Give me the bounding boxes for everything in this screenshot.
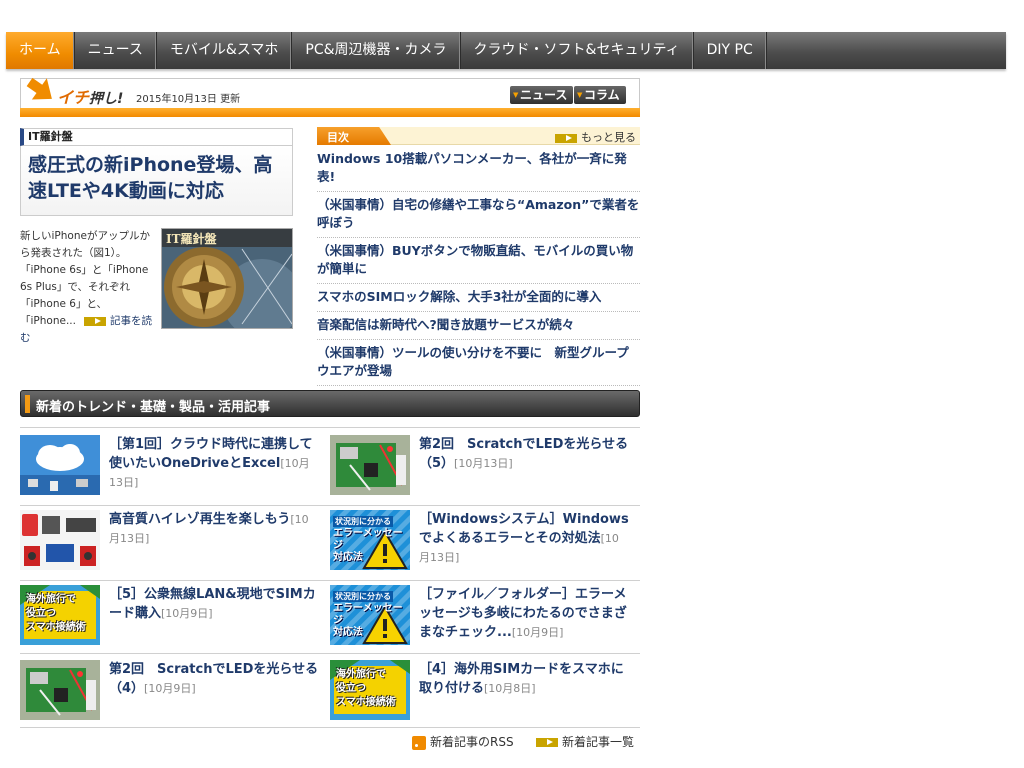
more-arrow-icon — [555, 133, 577, 143]
thumb-caption: 状況別に分かる — [333, 516, 393, 527]
feature-summary: 新しいiPhoneがアップルから発表された（図1）。「iPhone 6s」と「i… — [20, 228, 156, 347]
new-articles-title: 新着のトレンド・基礎・製品・活用記事 — [36, 400, 271, 415]
article-title-text: 高音質ハイレゾ再生を楽しもう — [109, 512, 291, 527]
toc-item[interactable]: Windows 10搭載パソコンメーカー、各社が一斉に発表! — [317, 146, 640, 192]
feature-category: IT羅針盤 — [20, 128, 293, 146]
nav-home[interactable]: ホーム — [6, 32, 75, 69]
article-title-text: 第2回 ScratchでLEDを光らせる（4） — [109, 662, 319, 696]
main-nav: ホーム ニュース モバイル&スマホ PC&周辺機器・カメラ クラウド・ソフト&セ… — [6, 32, 1006, 69]
article-item[interactable]: 第2回 ScratchでLEDを光らせる（5）[10月13日] — [330, 435, 630, 497]
ichi-oshi-bar — [20, 108, 640, 117]
nav-pc[interactable]: PC&周辺機器・カメラ — [292, 32, 461, 69]
column-button[interactable]: コラム — [574, 86, 626, 104]
ichi-logo-sub: 押し! — [89, 91, 124, 107]
toc-item[interactable]: 音楽配信は新時代へ?聞き放題サービスが続々 — [317, 312, 640, 340]
article-thumbnail[interactable] — [20, 660, 100, 720]
ichi-oshi-logo: イチ押し! — [57, 84, 123, 108]
thumb-caption: 海外旅行で 役立つ スマホ接続術 — [336, 669, 396, 708]
article-title[interactable]: 第2回 ScratchでLEDを光らせる（4）[10月9日] — [109, 660, 319, 698]
header-accent-bar — [25, 395, 30, 413]
article-item[interactable]: 海外旅行で 役立つ スマホ接続術 ［4］海外用SIMカードをスマホに取り付ける[10月… — [330, 660, 630, 722]
toc-label: 目次 — [327, 131, 349, 144]
article-date: [10月9日] — [144, 682, 196, 695]
article-item[interactable]: ［第1回］クラウド時代に連携して使いたいOneDriveとExcel[10月13… — [20, 435, 320, 497]
new-articles-header: 新着のトレンド・基礎・製品・活用記事 — [20, 390, 640, 417]
article-item[interactable]: 第2回 ScratchでLEDを光らせる（4）[10月9日] — [20, 660, 320, 722]
article-title[interactable]: 第2回 ScratchでLEDを光らせる（5）[10月13日] — [419, 435, 629, 473]
rss-label: 新着記事のRSS — [430, 735, 514, 749]
article-title[interactable]: ［ファイル／フォルダー］エラーメッセージも多岐にわたるのでさまざまなチェック..… — [419, 585, 629, 642]
toc-list: Windows 10搭載パソコンメーカー、各社が一斉に発表! （米国事情）自宅の… — [317, 146, 640, 386]
nav-mobile[interactable]: モバイル&スマホ — [157, 32, 293, 69]
nav-cloud[interactable]: クラウド・ソフト&セキュリティ — [461, 32, 694, 69]
article-item[interactable]: 状況別に分かる エラーメッセージ 対応法 ［ファイル／フォルダー］エラーメッセージも多… — [330, 585, 630, 647]
article-date: [10月8日] — [484, 682, 536, 695]
thumb-caption: エラーメッセージ 対応法 — [333, 528, 403, 563]
thumb-caption: 状況別に分かる — [333, 591, 393, 602]
article-title[interactable]: ［Windowsシステム］Windowsでよくあるエラーとその対処法[10月13… — [419, 510, 629, 567]
nav-diy-pc[interactable]: DIY PC — [694, 32, 767, 69]
article-date: [10月9日] — [161, 607, 213, 620]
nav-news[interactable]: ニュース — [75, 32, 157, 69]
divider — [20, 653, 640, 654]
article-title[interactable]: ［5］公衆無線LAN&現地でSIMカード購入[10月9日] — [109, 585, 319, 623]
ichi-logo-main: イチ — [57, 88, 90, 107]
article-item[interactable]: 高音質ハイレゾ再生を楽しもう[10月13日] — [20, 510, 320, 572]
feature-image-label: IT羅針盤 — [166, 232, 217, 246]
article-date: [10月9日] — [511, 626, 564, 639]
divider — [20, 427, 640, 428]
toc-item[interactable]: （米国事情）BUYボタンで物販直結、モバイルの買い物が簡単に — [317, 238, 640, 284]
article-thumbnail[interactable]: 状況別に分かる エラーメッセージ 対応法 — [330, 585, 410, 645]
rss-icon — [412, 735, 426, 750]
all-articles-link[interactable]: 新着記事一覧 — [536, 733, 634, 750]
feature-title-box: 感圧式の新iPhone登場、高速LTEや4K動画に対応 — [20, 146, 293, 216]
toc-item[interactable]: （米国事情）自宅の修繕や工事なら“Amazon”で業者を呼ぼう — [317, 192, 640, 238]
toc-item[interactable]: （米国事情）ツールの使い分けを不要に 新型グループウエアが登場 — [317, 340, 640, 386]
feature-image[interactable]: IT羅針盤 — [161, 228, 293, 329]
rss-link[interactable]: 新着記事のRSS — [412, 733, 514, 750]
article-title-text: ［Windowsシステム］Windowsでよくあるエラーとその対処法 — [419, 512, 629, 546]
article-title[interactable]: 高音質ハイレゾ再生を楽しもう[10月13日] — [109, 510, 319, 548]
article-thumbnail[interactable]: 状況別に分かる エラーメッセージ 対応法 — [330, 510, 410, 570]
news-button[interactable]: ニュース — [510, 86, 574, 104]
thumb-caption: エラーメッセージ 対応法 — [333, 603, 403, 638]
divider — [20, 727, 640, 728]
article-title[interactable]: ［第1回］クラウド時代に連携して使いたいOneDriveとExcel[10月13… — [109, 435, 319, 492]
article-thumbnail[interactable] — [20, 435, 100, 495]
ichi-arrow-icon — [26, 77, 52, 100]
divider — [20, 505, 640, 506]
toc-item[interactable]: スマホのSIMロック解除、大手3社が全面的に導入 — [317, 284, 640, 312]
article-item[interactable]: 状況別に分かる エラーメッセージ 対応法 ［Windowsシステム］Windowsでよ… — [330, 510, 630, 572]
article-date: [10月13日] — [454, 457, 513, 470]
more-arrow-icon — [83, 316, 106, 326]
article-title-text: 第2回 ScratchでLEDを光らせる（5） — [419, 437, 629, 471]
all-articles-label: 新着記事一覧 — [562, 735, 635, 749]
article-item[interactable]: 海外旅行で 役立つ スマホ接続術 ［5］公衆無線LAN&現地でSIMカード購入[10月… — [20, 585, 320, 647]
article-title[interactable]: ［4］海外用SIMカードをスマホに取り付ける[10月8日] — [419, 660, 629, 698]
divider — [20, 580, 640, 581]
more-arrow-icon — [536, 738, 558, 747]
article-thumbnail[interactable] — [330, 435, 410, 495]
article-thumbnail[interactable]: 海外旅行で 役立つ スマホ接続術 — [330, 660, 410, 720]
update-date: 2015年10月13日 更新 — [136, 94, 241, 105]
toc-more-label: もっと見る — [581, 131, 636, 144]
feature-title[interactable]: 感圧式の新iPhone登場、高速LTEや4K動画に対応 — [28, 152, 288, 204]
article-thumbnail[interactable] — [20, 510, 100, 570]
feature-text: 新しいiPhoneがアップルから発表された（図1）。「iPhone 6s」と「i… — [20, 230, 150, 327]
thumb-caption: 海外旅行で 役立つ スマホ接続術 — [26, 594, 86, 633]
toc-more-link[interactable]: もっと見る — [547, 129, 636, 145]
article-thumbnail[interactable]: 海外旅行で 役立つ スマホ接続術 — [20, 585, 100, 645]
toc-header: 目次 もっと見る — [317, 127, 640, 145]
